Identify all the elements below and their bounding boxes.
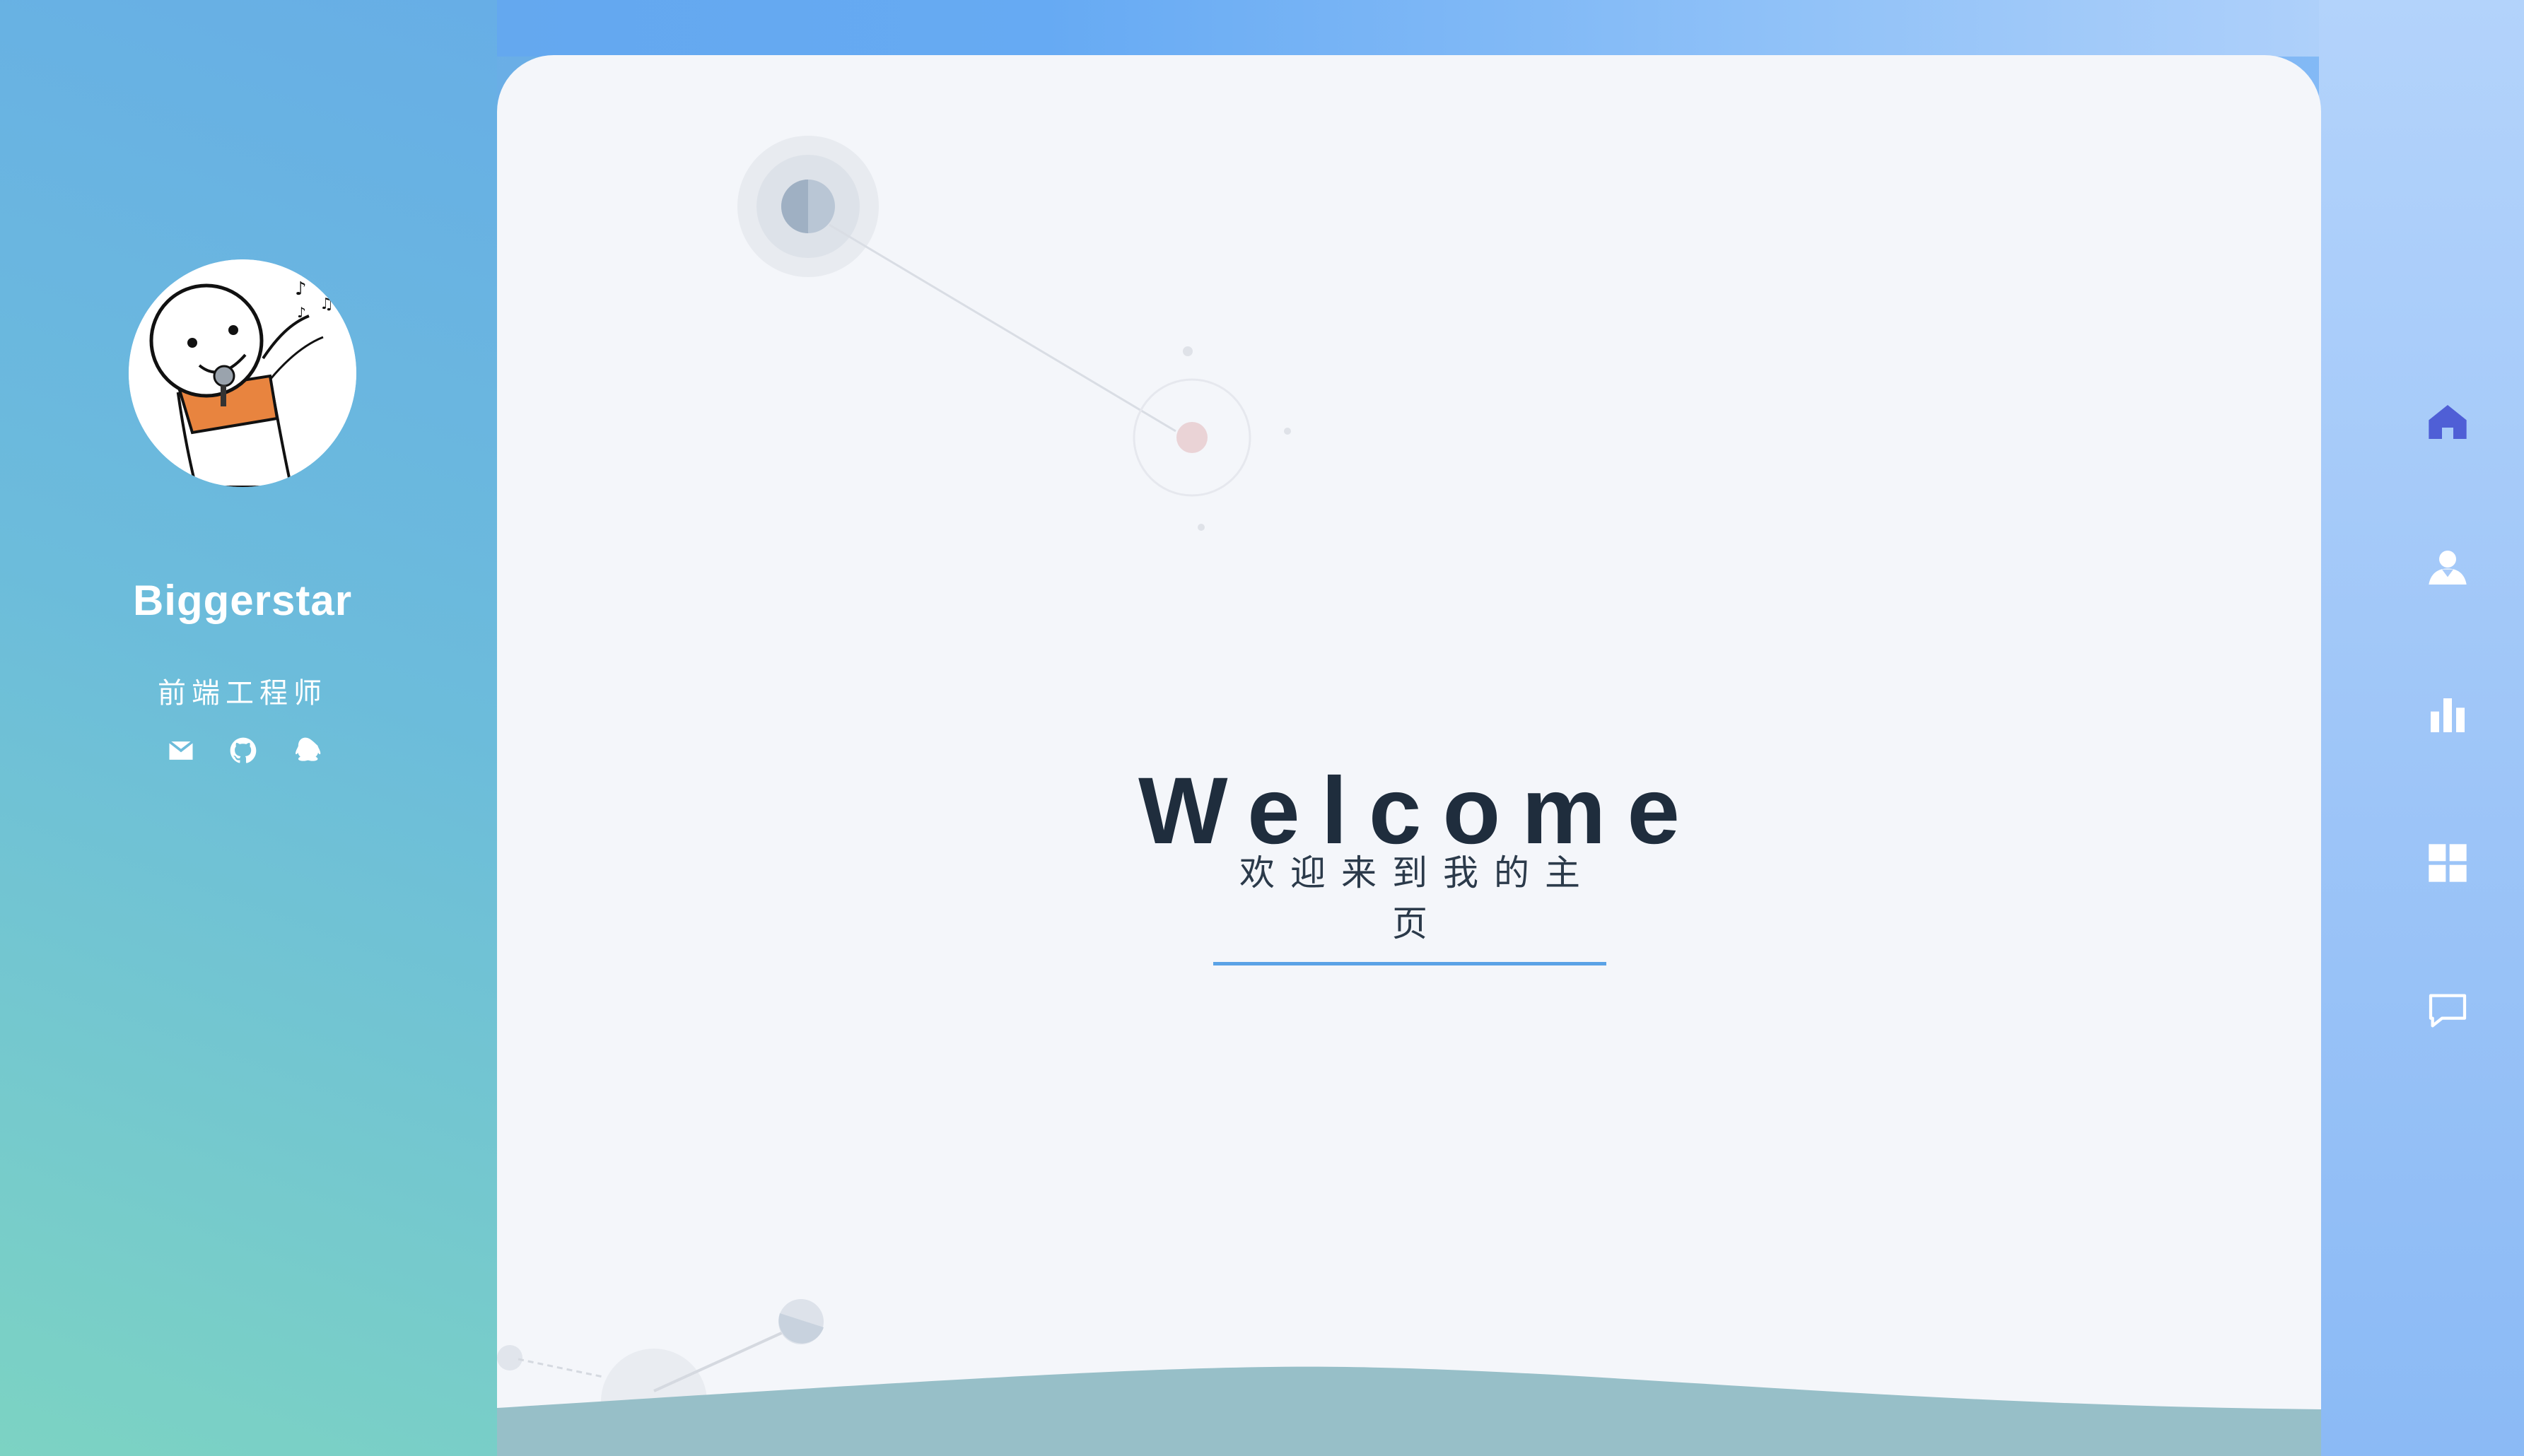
welcome-subtitle: 欢迎来到我的主页 bbox=[1213, 845, 1606, 965]
background-decoration bbox=[497, 136, 2321, 1456]
profile-title: 前端工程师 bbox=[158, 678, 327, 709]
user-icon bbox=[2429, 551, 2467, 585]
nav-stats[interactable] bbox=[2425, 693, 2470, 738]
svg-text:♪: ♪ bbox=[297, 304, 306, 321]
avatar[interactable]: ♪ ♫ ♪ bbox=[129, 259, 356, 487]
message-icon bbox=[2429, 994, 2467, 1028]
avatar-illustration: ♪ ♫ ♪ bbox=[129, 259, 356, 487]
right-panel-background bbox=[2319, 0, 2524, 1456]
nav-profile[interactable] bbox=[2425, 545, 2470, 590]
grid-icon bbox=[2429, 844, 2467, 882]
qq-icon[interactable] bbox=[290, 735, 321, 766]
profile-sidebar: ♪ ♫ ♪ Biggerstar 前端工程师 bbox=[0, 0, 497, 1456]
mail-icon[interactable] bbox=[165, 735, 197, 766]
top-background bbox=[497, 0, 2319, 57]
profile-name: Biggerstar bbox=[132, 577, 353, 624]
bar-chart-icon bbox=[2431, 698, 2465, 732]
github-icon[interactable] bbox=[228, 735, 259, 766]
nav-home[interactable] bbox=[2425, 399, 2470, 445]
nav-works[interactable] bbox=[2425, 840, 2470, 886]
svg-text:♪: ♪ bbox=[295, 278, 307, 300]
home-icon bbox=[2429, 405, 2467, 439]
nav-messages[interactable] bbox=[2425, 988, 2470, 1033]
svg-text:♫: ♫ bbox=[320, 295, 334, 313]
main-card: Welcome 欢迎来到我的主页 bbox=[497, 55, 2321, 1456]
